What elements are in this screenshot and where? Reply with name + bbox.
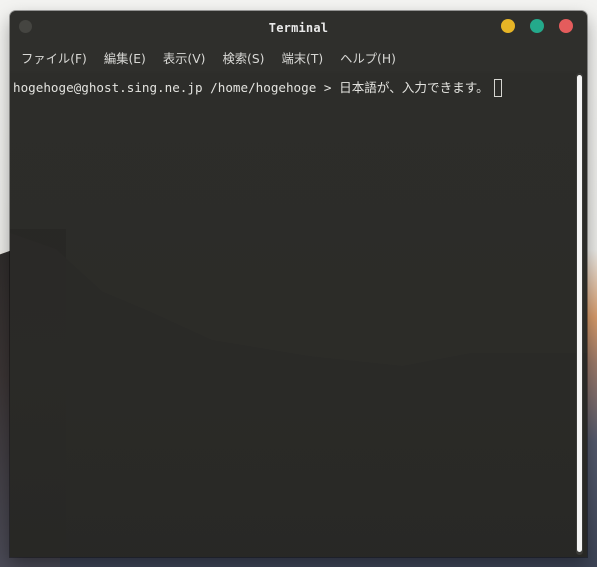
minimize-button[interactable] bbox=[501, 19, 515, 33]
terminal-background-landscape bbox=[10, 233, 587, 557]
menu-view[interactable]: 表示(V) bbox=[163, 49, 206, 67]
prompt-path: /home/hogehoge bbox=[210, 80, 317, 95]
menu-terminal[interactable]: 端末(T) bbox=[281, 49, 323, 67]
terminal-area[interactable]: hogehoge@ghost.sing.ne.jp /home/hogehoge… bbox=[10, 73, 587, 557]
prompt-symbol: > bbox=[323, 80, 332, 95]
window-titlebar[interactable]: Terminal bbox=[10, 11, 587, 45]
menu-file[interactable]: ファイル(F) bbox=[21, 49, 87, 67]
terminal-prompt-line: hogehoge@ghost.sing.ne.jp /home/hogehoge… bbox=[13, 79, 502, 97]
menu-edit[interactable]: 編集(E) bbox=[104, 49, 146, 67]
close-button[interactable] bbox=[559, 19, 573, 33]
maximize-button[interactable] bbox=[530, 19, 544, 33]
vertical-scrollbar[interactable] bbox=[576, 73, 583, 555]
terminal-input-text: 日本語が、入力できます。 bbox=[339, 80, 489, 95]
menu-help[interactable]: ヘルプ(H) bbox=[340, 49, 396, 67]
prompt-user-host: hogehoge@ghost.sing.ne.jp bbox=[13, 80, 203, 95]
menu-bar: ファイル(F) 編集(E) 表示(V) 検索(S) 端末(T) ヘルプ(H) bbox=[10, 45, 587, 71]
scrollbar-thumb[interactable] bbox=[577, 75, 582, 552]
menu-search[interactable]: 検索(S) bbox=[222, 49, 264, 67]
text-cursor bbox=[493, 79, 502, 97]
terminal-window: Terminal ファイル(F) 編集(E) 表示(V) 検索(S) 端末(T)… bbox=[10, 11, 587, 557]
